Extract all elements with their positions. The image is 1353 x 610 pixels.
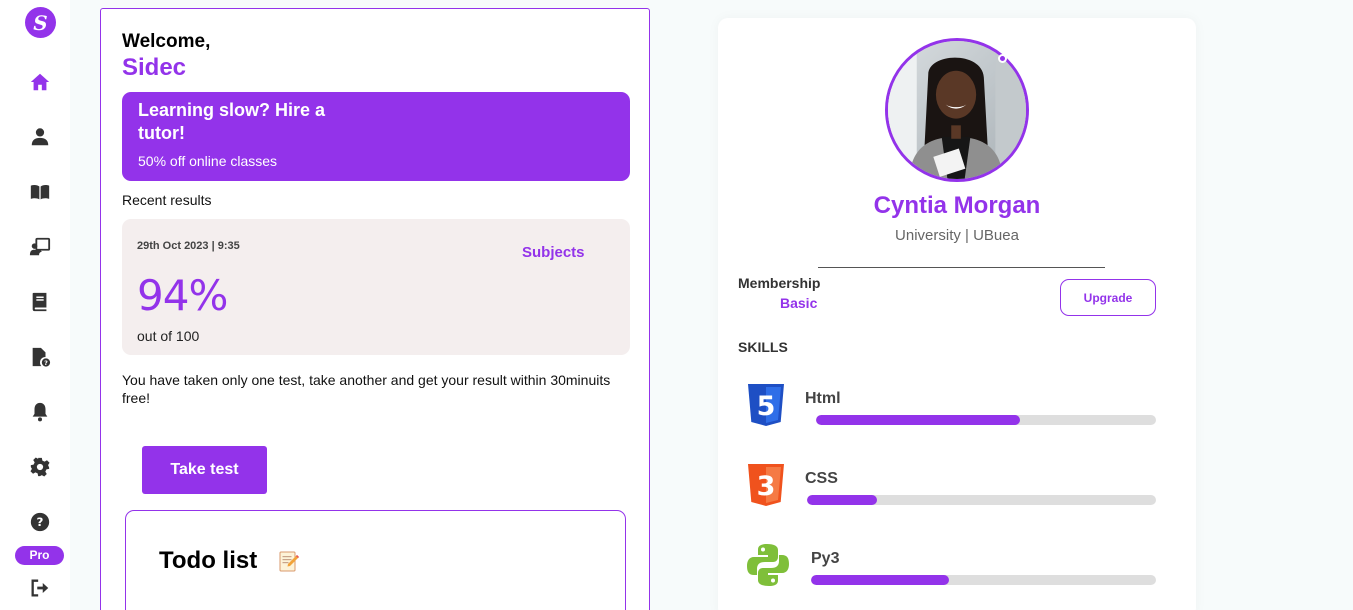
skill-progress-bar xyxy=(816,415,1156,425)
result-out-of: out of 100 xyxy=(137,328,200,344)
avatar[interactable] xyxy=(885,38,1029,182)
gear-icon[interactable] xyxy=(25,452,55,482)
home-icon[interactable] xyxy=(25,67,55,97)
skill-name: Py3 xyxy=(811,550,840,567)
svg-text:?: ? xyxy=(44,359,48,367)
css3-icon: 3 xyxy=(748,464,784,506)
promo-subtitle: 50% off online classes xyxy=(138,153,278,169)
skill-progress-fill xyxy=(816,415,1020,425)
book-icon[interactable] xyxy=(25,287,55,317)
profile-card: Cyntia Morgan University | UBuea Members… xyxy=(718,18,1196,610)
profile-name: Cyntia Morgan xyxy=(873,192,1041,219)
promo-title: Learning slow? Hire a tutor! xyxy=(138,100,326,143)
skill-progress-bar xyxy=(811,575,1156,585)
divider xyxy=(818,267,1105,268)
skill-name: Html xyxy=(805,390,841,407)
todo-card: Todo list xyxy=(125,510,626,610)
username: Sidec xyxy=(122,54,187,81)
profile-subtitle: University | UBuea xyxy=(895,227,1019,244)
skill-name: CSS xyxy=(805,470,838,487)
user-icon[interactable] xyxy=(25,122,55,152)
open-book-icon[interactable] xyxy=(25,177,55,207)
svg-text:?: ? xyxy=(37,515,44,529)
result-date: 29th Oct 2023 | 9:35 xyxy=(137,240,240,252)
skill-progress-fill xyxy=(807,495,877,505)
html5-icon: 5 xyxy=(748,384,784,426)
help-icon[interactable]: ? xyxy=(25,507,55,537)
logo-letter: S xyxy=(33,10,48,35)
file-question-icon[interactable]: ? xyxy=(25,342,55,372)
upgrade-button[interactable]: Upgrade xyxy=(1060,279,1156,316)
app-logo[interactable]: S xyxy=(25,7,56,38)
skill-progress-fill xyxy=(811,575,949,585)
python-icon xyxy=(747,544,789,586)
recent-results-label: Recent results xyxy=(122,192,212,208)
result-card: 29th Oct 2023 | 9:35 Subjects 94% out of… xyxy=(122,219,630,355)
pro-badge[interactable]: Pro xyxy=(15,546,64,565)
take-test-button[interactable]: Take test xyxy=(142,446,267,494)
svg-text:3: 3 xyxy=(757,471,776,502)
skills-label: SKILLS xyxy=(738,339,788,355)
membership-label: Membership xyxy=(738,275,821,291)
test-info-text: You have taken only one test, take anoth… xyxy=(122,372,611,406)
result-score: 94% xyxy=(137,271,228,320)
teacher-board-icon[interactable] xyxy=(25,232,55,262)
todo-title: Todo list xyxy=(159,547,258,574)
memo-pencil-icon xyxy=(279,551,299,572)
membership-value: Basic xyxy=(780,295,818,311)
svg-text:5: 5 xyxy=(757,391,776,422)
online-status-dot xyxy=(998,54,1007,63)
skill-progress-bar xyxy=(807,495,1156,505)
welcome-text: Welcome, xyxy=(122,31,211,52)
dashboard-card: Welcome, Sidec Learning slow? Hire a tut… xyxy=(100,8,650,610)
tutor-promo-banner[interactable]: Learning slow? Hire a tutor! 50% off onl… xyxy=(122,92,630,181)
logout-icon[interactable] xyxy=(25,573,55,603)
subjects-link[interactable]: Subjects xyxy=(522,244,585,261)
bell-icon[interactable] xyxy=(25,397,55,427)
sidebar: S ? ? Pro xyxy=(0,0,70,610)
